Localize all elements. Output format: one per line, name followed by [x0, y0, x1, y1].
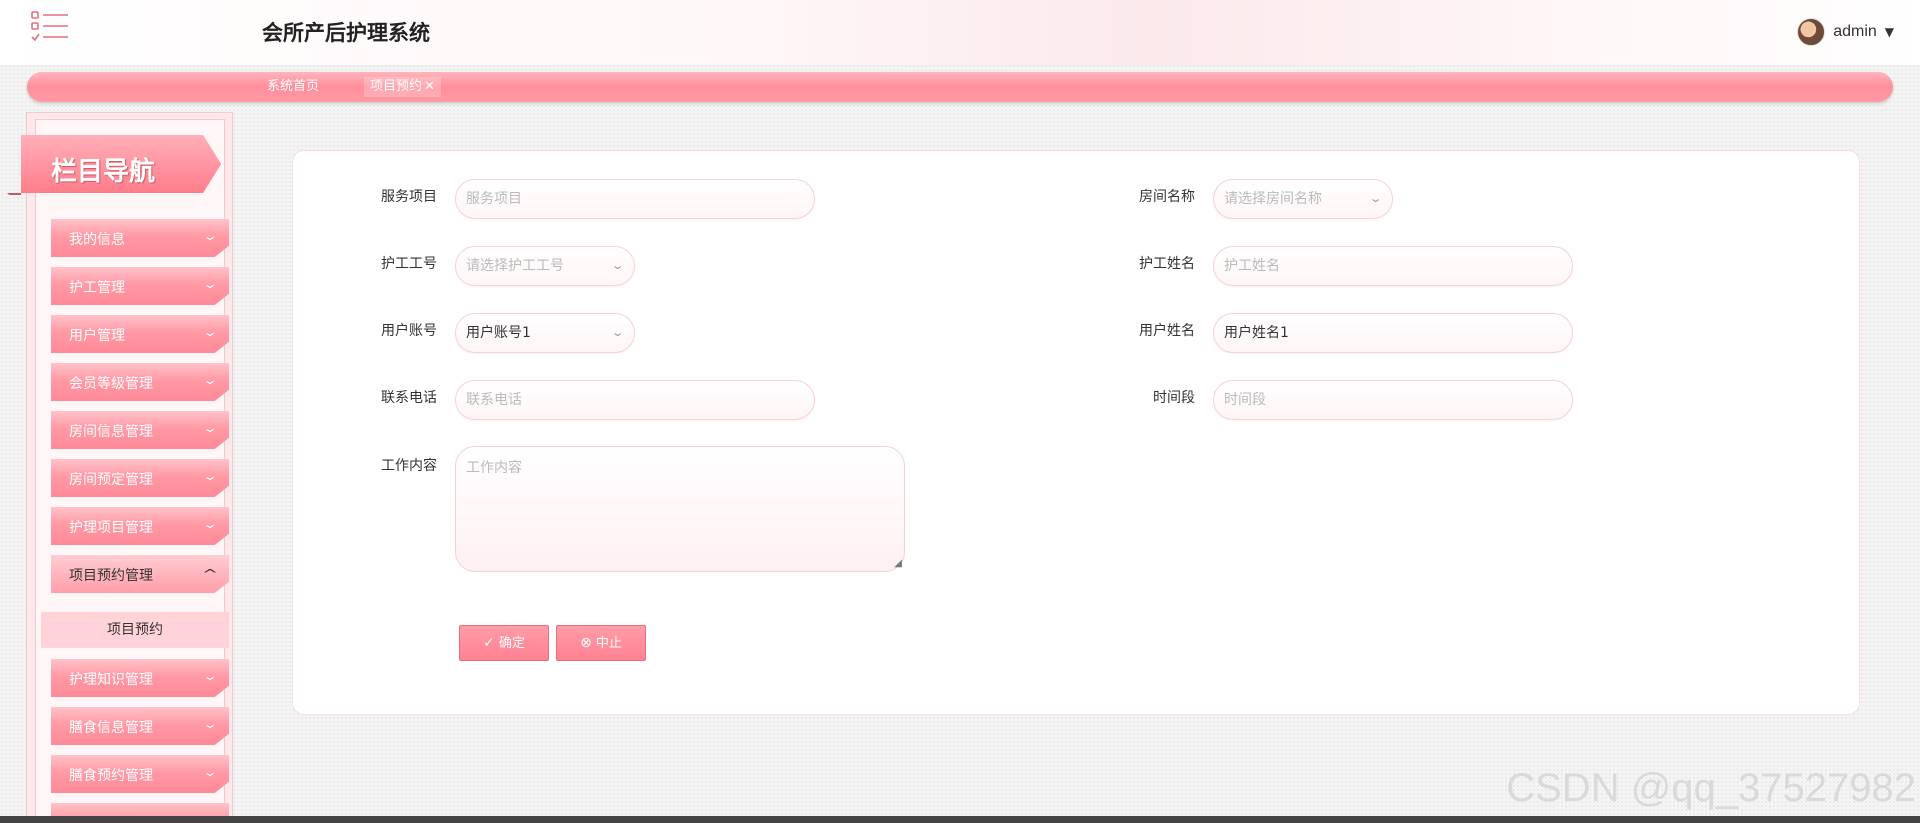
time-slot-label: 时间段	[1153, 390, 1195, 406]
nav-banner-title: 栏目导航	[51, 157, 156, 187]
sidebar-item-label: 会员等级管理	[69, 376, 153, 392]
chevron-down-icon: ⌄	[201, 469, 219, 483]
sidebar-item-label: 我的信息	[69, 232, 125, 248]
cancel-label: 中止	[595, 636, 622, 651]
sidebar-item-room-info[interactable]: 房间信息管理 ⌄	[51, 411, 229, 449]
nurse-id-select[interactable]: 请选择护工工号 ⌄	[455, 246, 635, 286]
list-menu-icon[interactable]	[30, 8, 70, 44]
sidebar: 栏目导航 我的信息 ⌄ 护工管理 ⌄ 用户管理 ⌄ 会员等级管理 ⌄ 房间信息管…	[7, 112, 233, 823]
user-avatar[interactable]	[1797, 18, 1826, 46]
user-account-label: 用户账号	[381, 323, 437, 339]
sidebar-subitem-project-booking[interactable]: 项目预约	[41, 612, 229, 648]
service-item-input[interactable]: 服务项目	[455, 179, 815, 219]
sidebar-item-nurse-management[interactable]: 护工管理 ⌄	[51, 267, 229, 305]
chevron-down-icon: ⌄	[201, 669, 219, 683]
room-name-select[interactable]: 请选择房间名称 ⌄	[1213, 179, 1393, 219]
sidebar-item-member-level[interactable]: 会员等级管理 ⌄	[51, 363, 229, 401]
tab-label: 项目预约	[370, 79, 423, 94]
sidebar-item-my-info[interactable]: 我的信息 ⌄	[51, 219, 229, 257]
sidebar-item-label: 护理知识管理	[69, 672, 153, 688]
close-icon[interactable]: ✕	[424, 79, 435, 94]
sidebar-item-label: 房间预定管理	[69, 472, 153, 488]
confirm-label: 确定	[498, 636, 525, 651]
user-name-input[interactable]: 用户姓名1	[1213, 313, 1573, 353]
nurse-name-input[interactable]: 护工姓名	[1213, 246, 1573, 286]
work-content-placeholder: 工作内容	[466, 460, 522, 476]
tab-bar: 系统首页 项目预约 ✕	[27, 72, 1893, 102]
nurse-name-label: 护工姓名	[1139, 256, 1195, 272]
tab-home[interactable]: 系统首页	[261, 77, 325, 97]
chevron-down-icon: ⌄	[201, 325, 219, 339]
sidebar-item-label: 用户管理	[69, 328, 125, 344]
user-account-value: 用户账号1	[466, 325, 531, 341]
sidebar-item-label: 护工管理	[69, 280, 125, 296]
chevron-down-icon: ⌄	[610, 259, 625, 272]
room-name-label: 房间名称	[1139, 189, 1195, 205]
bottom-scroll-strip	[0, 816, 1920, 823]
sidebar-item-meal-booking[interactable]: 膳食预约管理 ⌄	[51, 755, 229, 793]
sidebar-item-meal-info[interactable]: 膳食信息管理 ⌄	[51, 707, 229, 745]
username[interactable]: admin	[1833, 23, 1877, 41]
sidebar-item-label: 房间信息管理	[69, 424, 153, 440]
service-item-label: 服务项目	[381, 189, 437, 205]
chevron-down-icon: ⌄	[1368, 192, 1383, 205]
chevron-down-icon: ⌄	[610, 326, 625, 339]
time-slot-input[interactable]: 时间段	[1213, 380, 1573, 420]
sidebar-item-label: 护理项目管理	[69, 520, 153, 536]
user-name-label: 用户姓名	[1139, 323, 1195, 339]
sidebar-item-care-project[interactable]: 护理项目管理 ⌄	[51, 507, 229, 545]
sidebar-item-user-management[interactable]: 用户管理 ⌄	[51, 315, 229, 353]
app-title: 会所产后护理系统	[262, 21, 430, 45]
sidebar-item-label: 项目预约管理	[69, 568, 153, 584]
chevron-down-icon: ⌄	[201, 765, 219, 779]
chevron-up-icon: ^	[201, 567, 219, 581]
nurse-id-placeholder: 请选择护工工号	[466, 258, 564, 274]
nurse-id-label: 护工工号	[381, 256, 437, 272]
room-name-placeholder: 请选择房间名称	[1224, 191, 1322, 207]
user-menu[interactable]: admin ▼	[1797, 18, 1894, 46]
resize-grip-icon[interactable]: ◢	[894, 558, 902, 569]
close-circle-icon: ⊗	[580, 635, 592, 651]
work-content-label: 工作内容	[381, 458, 437, 474]
sidebar-item-label: 膳食信息管理	[69, 720, 153, 736]
chevron-down-icon: ⌄	[201, 421, 219, 435]
chevron-down-icon: ⌄	[201, 373, 219, 387]
sidebar-item-project-booking[interactable]: 项目预约管理 ^	[51, 555, 229, 593]
confirm-button[interactable]: ✓ 确定	[459, 625, 549, 661]
top-header: 会所产后护理系统 admin ▼	[0, 0, 1920, 66]
chevron-down-icon[interactable]: ▼	[1885, 25, 1894, 39]
phone-label: 联系电话	[381, 390, 437, 406]
cancel-button[interactable]: ⊗ 中止	[556, 625, 646, 661]
user-account-select[interactable]: 用户账号1 ⌄	[455, 313, 635, 353]
chevron-down-icon: ⌄	[201, 717, 219, 731]
tab-project-booking[interactable]: 项目预约 ✕	[364, 77, 441, 97]
check-circle-icon: ✓	[483, 635, 495, 651]
chevron-down-icon: ⌄	[201, 517, 219, 531]
sidebar-item-care-knowledge[interactable]: 护理知识管理 ⌄	[51, 659, 229, 697]
watermark: CSDN @qq_37527982	[1506, 766, 1916, 810]
booking-form-panel: 服务项目 服务项目 房间名称 请选择房间名称 ⌄ 护工工号 请选择护工工号 ⌄ …	[292, 150, 1860, 715]
work-content-textarea[interactable]: 工作内容 ◢	[455, 446, 905, 572]
chevron-down-icon: ⌄	[201, 277, 219, 291]
sidebar-item-room-booking[interactable]: 房间预定管理 ⌄	[51, 459, 229, 497]
phone-input[interactable]: 联系电话	[455, 380, 815, 420]
chevron-down-icon: ⌄	[201, 229, 219, 243]
sidebar-item-label: 膳食预约管理	[69, 768, 153, 784]
